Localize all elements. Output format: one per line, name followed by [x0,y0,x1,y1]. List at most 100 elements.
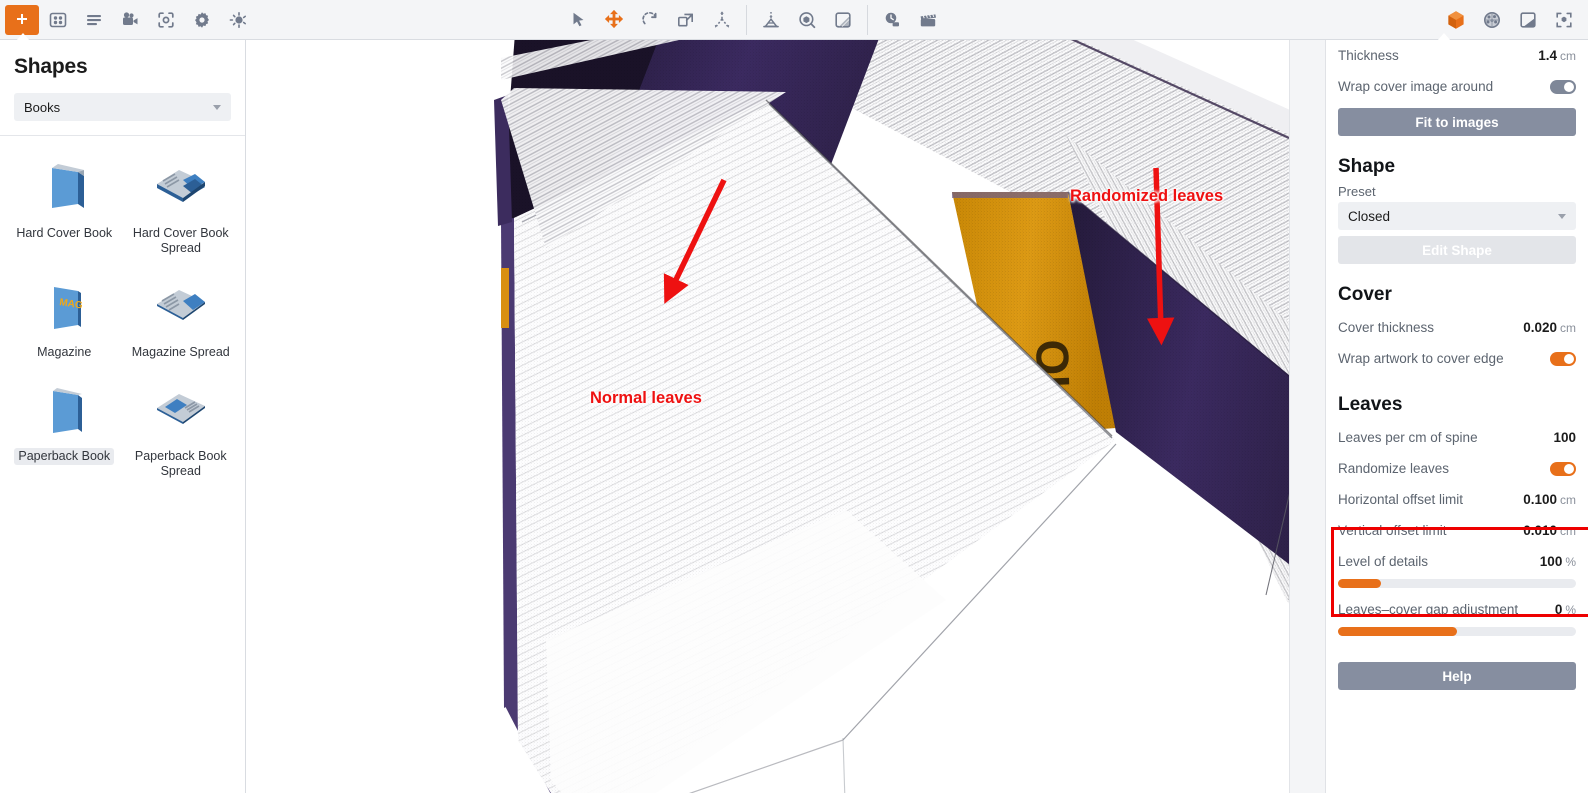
shape-grid: Hard Cover Book Hard Cover Book Spread M… [0,136,245,486]
level-of-details-label: Level of details [1338,554,1429,569]
rotate-tool[interactable] [633,5,667,35]
shape-label: Magazine [37,345,92,359]
level-of-details-slider[interactable] [1338,579,1576,588]
wrap-artwork-label: Wrap artwork to cover edge [1338,351,1504,366]
vertical-offset-value[interactable]: 0.010 cm [1523,523,1576,538]
randomize-leaves-row: Randomize leaves [1338,453,1576,484]
level-of-details-slider-fill [1338,579,1381,588]
thickness-label: Thickness [1338,48,1399,63]
leaves-per-cm-row: Leaves per cm of spine 100 [1338,422,1576,453]
level-of-details-unit: % [1565,555,1576,569]
chevron-down-icon [213,105,221,110]
level-of-details-value[interactable]: 100% [1540,554,1576,569]
shape-item-paperback-book[interactable]: Paperback Book [6,375,123,486]
gap-adjustment-label: Leaves–cover gap adjustment [1338,602,1519,617]
preset-label: Preset [1338,184,1376,199]
wrap-artwork-toggle[interactable] [1550,351,1576,366]
shape-label: Hard Cover Book [16,226,113,240]
distribute-tool[interactable] [705,5,739,35]
hard-cover-book-thumb [32,158,96,220]
toggle-knob [1564,81,1574,92]
animation-tool[interactable] [911,5,945,35]
shape-item-hard-cover-book-spread[interactable]: Hard Cover Book Spread [123,152,240,263]
randomize-leaves-toggle[interactable] [1550,461,1576,476]
vertical-offset-label: Vertical offset limit [1338,523,1447,538]
thickness-unit: cm [1560,49,1576,63]
fit-to-images-button[interactable]: Fit to images [1338,108,1576,136]
leaves-section-heading: Leaves [1338,394,1403,415]
shape-category-select[interactable]: Books [14,93,231,121]
material-tool[interactable] [826,5,860,35]
properties-panel: Thickness 1.4 cm Wrap cover image around … [1325,40,1588,793]
history-tool[interactable] [875,5,909,35]
cover-thickness-row: Cover thickness 0.020 cm [1338,312,1576,343]
paperback-book-thumb [32,381,96,443]
annotation-randomized-leaves: Randomized leaves [1070,187,1224,205]
sphere-preview-button[interactable] [1475,5,1509,35]
environment-tool[interactable] [790,5,824,35]
horizontal-offset-row: Horizontal offset limit 0.100 cm [1338,484,1576,515]
toggle-knob [1564,353,1574,364]
preset-value: Closed [1348,208,1391,224]
cover-thickness-label: Cover thickness [1338,320,1435,335]
gap-adjustment-value[interactable]: 0% [1555,602,1576,617]
leaves-per-cm-value[interactable]: 100 [1553,430,1576,445]
toolbar-separator [746,5,747,35]
cover-thickness-unit: cm [1560,321,1576,335]
randomize-leaves-label: Randomize leaves [1338,461,1450,476]
shapes-panel: Shapes Books Hard Cover Book Hard Cover … [0,40,246,793]
stage-tool[interactable] [754,5,788,35]
magazine-spread-thumb [149,277,213,339]
horizontal-offset-value[interactable]: 0.100 cm [1523,492,1576,507]
preset-select[interactable]: Closed [1338,202,1576,230]
toolbar-left-group [0,0,256,40]
page-title: Shapes [14,55,88,78]
leaves-per-cm-label: Leaves per cm of spine [1338,430,1478,445]
toolbar-separator [867,5,868,35]
shape-item-hard-cover-book[interactable]: Hard Cover Book [6,152,123,263]
shape-item-magazine[interactable]: MAG Magazine [6,271,123,367]
horizontal-offset-label: Horizontal offset limit [1338,492,1464,507]
move-tool[interactable] [597,5,631,35]
shape-item-magazine-spread[interactable]: Magazine Spread [123,271,240,367]
shape-category-value: Books [24,99,61,115]
magazine-thumb: MAG [32,277,96,339]
vertical-offset-unit: cm [1560,524,1576,538]
select-tool[interactable] [561,5,595,35]
page-preview-button[interactable] [1511,5,1545,35]
add-shape-button[interactable] [5,4,39,35]
shape-label: Paperback Book Spread [134,449,227,478]
thickness-row: Thickness 1.4 cm [1338,40,1576,71]
wrap-cover-image-toggle[interactable] [1550,79,1576,94]
paperback-book-spread-thumb [149,381,213,443]
cover-section-heading: Cover [1338,284,1392,305]
settings-button[interactable] [185,5,219,35]
edit-shape-button[interactable]: Edit Shape [1338,236,1576,264]
thickness-value[interactable]: 1.4 cm [1538,48,1576,63]
annotation-normal-leaves: Normal leaves [590,389,702,407]
gap-adjustment-unit: % [1565,603,1576,617]
render-3d-button[interactable] [1439,5,1473,35]
scale-tool[interactable] [669,5,703,35]
wrap-cover-image-row: Wrap cover image around [1338,71,1576,102]
viewport-3d[interactable]: OK Randomized leaves Normal leaves [246,40,1325,793]
gap-adjustment-slider-fill [1338,627,1457,636]
shape-label: Paperback Book [14,448,115,465]
cover-thickness-value[interactable]: 0.020 cm [1523,320,1576,335]
render-canvas[interactable]: OK Randomized leaves Normal leaves [246,40,1289,793]
viewport-gutter [1289,40,1325,793]
help-button[interactable]: Help [1338,662,1576,690]
toggle-knob [1564,463,1574,474]
layers-button[interactable] [77,5,111,35]
focus-button[interactable] [149,5,183,35]
assets-button[interactable] [41,5,75,35]
shape-label: Magazine Spread [131,345,230,359]
fullscreen-button[interactable] [1547,5,1581,35]
lighting-button[interactable] [221,5,255,35]
shape-section-heading: Shape [1338,156,1396,177]
shape-item-paperback-book-spread[interactable]: Paperback Book Spread [123,375,240,486]
chevron-down-icon [1558,214,1566,219]
level-of-details-row: Level of details 100% [1338,546,1576,577]
camera-button[interactable] [113,5,147,35]
gap-adjustment-slider[interactable] [1338,627,1576,636]
